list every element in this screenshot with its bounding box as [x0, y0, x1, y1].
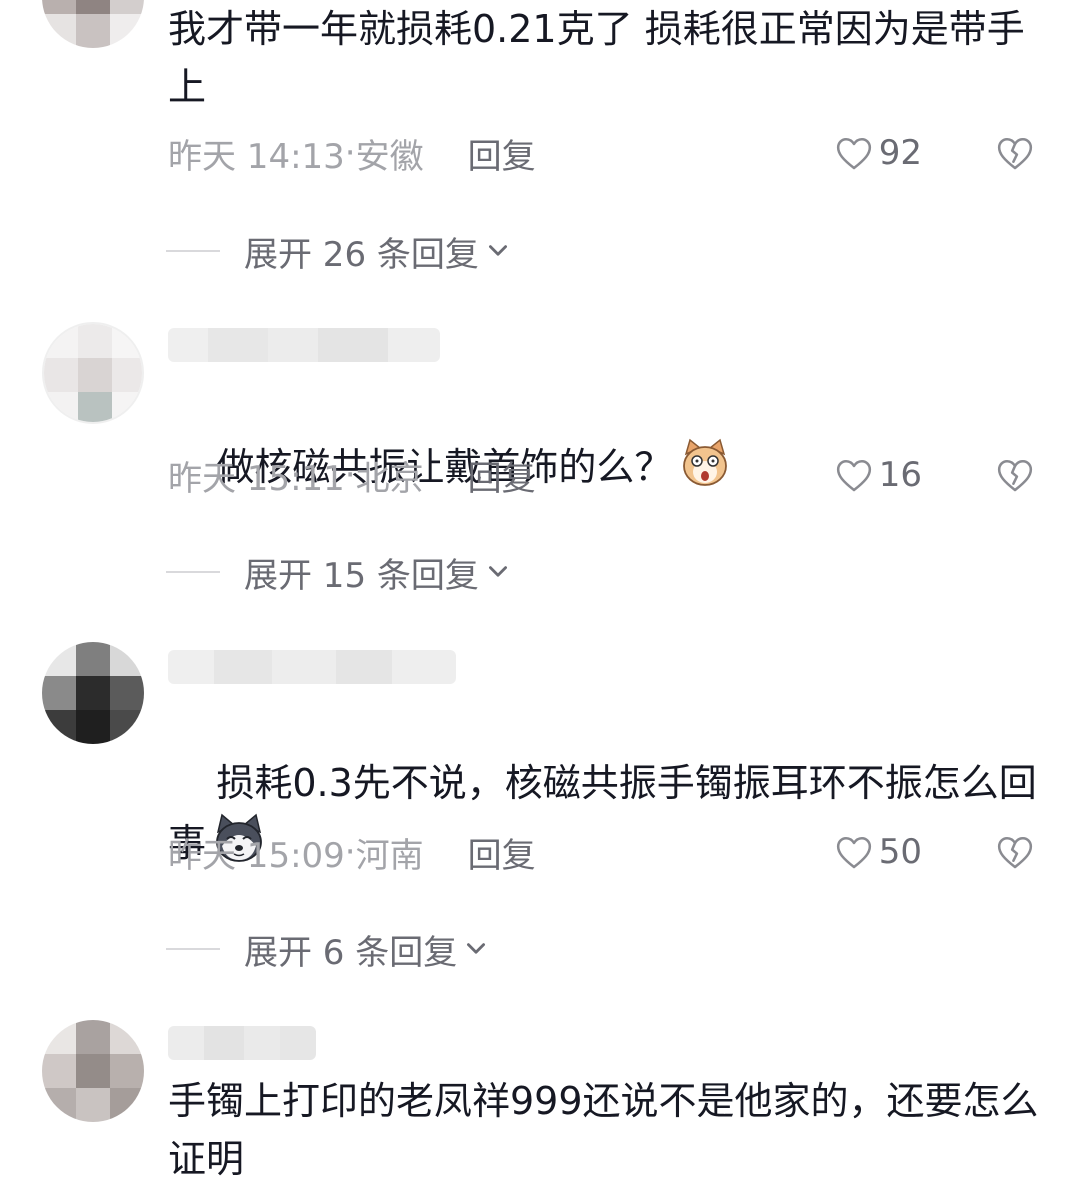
avatar[interactable] [42, 322, 144, 424]
comment-meta: 昨天 15:11 · 北京 回复 [168, 450, 536, 500]
expand-replies-button[interactable]: 展开 15 条回复 [166, 547, 511, 597]
chevron-down-icon [467, 943, 486, 954]
meta-separator: · [344, 832, 356, 872]
shocked-dog-emoji [683, 438, 728, 486]
comment-text: 我才带一年就损耗0.21克了 损耗很正常因为是带手上 [168, 7, 1025, 109]
expand-label: 展开 6 条回复 [244, 932, 458, 973]
reply-button[interactable]: 回复 [468, 828, 536, 877]
expand-replies-button[interactable]: 展开 26 条回复 [166, 226, 511, 276]
expand-replies-button[interactable]: 展开 6 条回复 [166, 924, 489, 974]
avatar[interactable] [42, 642, 144, 744]
like-count: 92 [878, 133, 922, 173]
comment-text: 损耗0.3先不说，核磁共振手镯振耳环不振怎么回事 [168, 696, 1048, 930]
heart-outline-icon [836, 836, 871, 869]
comment-location: 安徽 [355, 136, 424, 177]
avatar[interactable] [42, 0, 144, 48]
meta-separator: · [344, 133, 356, 173]
like-count: 50 [878, 832, 922, 872]
comment-meta: 昨天 14:13 · 安徽 回复 [168, 128, 536, 178]
heart-outline-icon [836, 459, 871, 492]
broken-heart-icon [997, 836, 1033, 869]
like-button[interactable]: 50 [835, 827, 922, 877]
chevron-down-icon [488, 245, 507, 256]
comment-time: 昨天 15:09 [168, 835, 345, 876]
heart-outline-icon [836, 137, 871, 170]
reply-button[interactable]: 回复 [468, 129, 536, 178]
dislike-button[interactable] [996, 450, 1034, 500]
meta-separator: · [344, 455, 356, 495]
comment-time: 昨天 15:11 [168, 458, 345, 499]
comment-location: 北京 [355, 458, 424, 499]
comment-text: 手镯上打印的老凤祥999还说不是他家的，还要怎么证明 [168, 1079, 1039, 1181]
like-button[interactable]: 16 [835, 450, 922, 500]
username[interactable] [168, 650, 456, 684]
dislike-button[interactable] [996, 128, 1034, 178]
comment-location: 河南 [355, 835, 424, 876]
avatar[interactable] [42, 1020, 144, 1122]
expand-label: 展开 15 条回复 [244, 555, 479, 596]
expand-divider [166, 250, 220, 252]
dislike-button[interactable] [996, 827, 1034, 877]
expand-label: 展开 26 条回复 [244, 234, 479, 275]
comment-time: 昨天 14:13 [168, 136, 345, 177]
like-button[interactable]: 92 [835, 128, 922, 178]
expand-divider [166, 571, 220, 573]
like-count: 16 [878, 455, 922, 495]
reply-button[interactable]: 回复 [468, 451, 536, 500]
username[interactable] [168, 1026, 316, 1060]
chevron-down-icon [488, 566, 507, 577]
broken-heart-icon [997, 459, 1033, 492]
broken-heart-icon [997, 137, 1033, 170]
comment-meta: 昨天 15:09 · 河南 回复 [168, 827, 536, 877]
username[interactable] [168, 328, 440, 362]
expand-divider [166, 948, 220, 950]
